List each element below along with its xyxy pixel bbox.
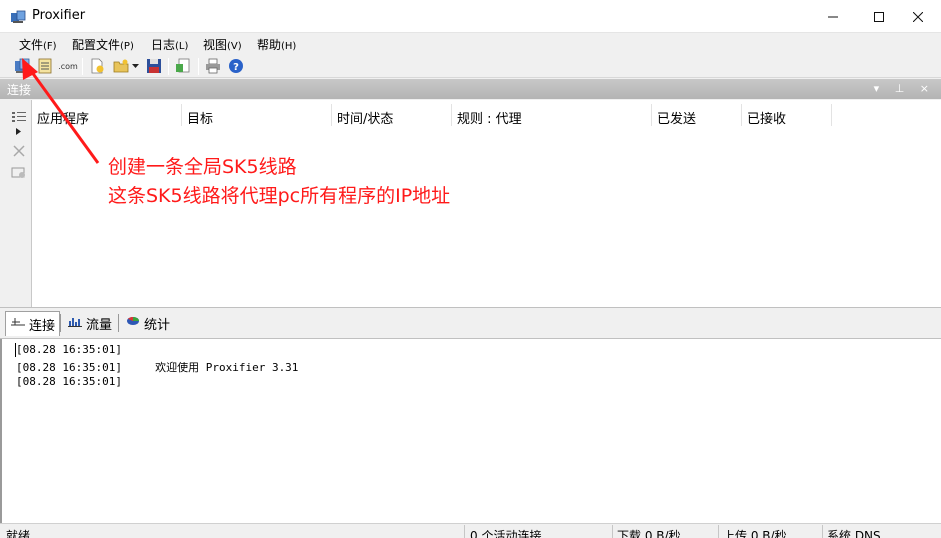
panel-header-buttons[interactable]: ▾ ⊥ ×	[874, 82, 935, 95]
connections-side-toolbar	[0, 100, 32, 307]
help-button[interactable]: ?	[227, 57, 245, 75]
bottom-tabs: 连接 流量 统计	[0, 307, 941, 339]
annotation-line-2: 这条SK5线路将代理pc所有程序的IP地址	[108, 185, 451, 207]
close-connection-button[interactable]	[10, 142, 28, 160]
column-header-received[interactable]: 已接收	[742, 104, 832, 127]
minimize-button[interactable]	[810, 0, 856, 33]
open-profile-button[interactable]	[112, 57, 130, 75]
minimize-icon	[828, 16, 838, 17]
column-header-sent[interactable]: 已发送	[652, 104, 742, 127]
new-profile-icon	[91, 58, 104, 74]
open-profile-dropdown[interactable]	[130, 57, 140, 75]
window-title: Proxifier	[32, 8, 86, 23]
title-bar: Proxifier	[0, 0, 941, 33]
close-button[interactable]	[895, 0, 941, 33]
status-upload: 上传 0 B/秒	[723, 529, 787, 538]
expand-arrow-icon	[15, 127, 21, 135]
tab-statistics[interactable]: 统计	[121, 311, 174, 335]
save-profile-button[interactable]	[145, 57, 163, 75]
close-connection-icon	[13, 145, 25, 157]
proxification-rules-icon	[38, 58, 52, 74]
column-header-rule-proxy[interactable]: 规则 : 代理	[452, 104, 652, 127]
help-icon: ?	[229, 59, 243, 73]
connections-list-icon	[12, 112, 26, 122]
print-icon	[206, 58, 220, 74]
status-separator	[822, 525, 823, 538]
new-profile-button[interactable]	[88, 57, 106, 75]
close-icon	[913, 11, 923, 22]
expand-arrow-button[interactable]	[13, 126, 23, 136]
connection-details-button[interactable]	[10, 164, 28, 182]
status-separator	[612, 525, 613, 538]
svg-text:?: ?	[233, 62, 239, 73]
save-profile-icon	[147, 59, 161, 73]
toolbar-separator	[82, 58, 83, 75]
menu-log[interactable]: 日志(L)	[151, 35, 188, 54]
connections-panel-title: 连接	[7, 83, 32, 97]
menu-file[interactable]: 文件(F)	[19, 35, 57, 54]
annotation-line-1: 创建一条全局SK5线路	[108, 156, 297, 178]
status-ready: 就绪	[6, 529, 31, 538]
maximize-icon	[874, 11, 884, 22]
traffic-chart-icon	[68, 318, 82, 327]
name-resolution-button[interactable]: .com	[58, 57, 78, 75]
tab-connections[interactable]: 连接	[5, 311, 61, 336]
column-header-application[interactable]: 应用程序	[32, 104, 182, 127]
proxification-rules-button[interactable]	[36, 57, 54, 75]
status-bar: 就绪 0 个活动连接 下载 0 B/秒 上传 0 B/秒 系统 DNS	[0, 523, 941, 538]
log-line: [08.28 16:35:01]	[16, 343, 122, 356]
status-download: 下载 0 B/秒	[617, 529, 681, 538]
name-resolution-icon: .com	[58, 61, 78, 71]
status-dns: 系统 DNS	[827, 529, 881, 538]
menu-view[interactable]: 视图(V)	[203, 35, 242, 54]
connections-panel-header: 连接 ▾ ⊥ ×	[0, 79, 941, 99]
log-area[interactable]: [08.28 16:35:01] [08.28 16:35:01] 欢迎使用 P…	[0, 339, 941, 523]
log-line: [08.28 16:35:01]	[16, 375, 122, 388]
tab-traffic[interactable]: 流量	[63, 311, 116, 335]
status-separator	[464, 525, 465, 538]
proxy-servers-icon	[15, 58, 30, 73]
proxifier-app-icon[interactable]	[10, 9, 26, 25]
connections-list-button[interactable]	[10, 108, 28, 126]
column-header-target[interactable]: 目标	[182, 104, 332, 127]
toolbar: .com ?	[0, 55, 941, 78]
toolbar-separator	[168, 58, 169, 75]
proxy-servers-button[interactable]	[13, 57, 31, 75]
menu-bar: 文件(F) 配置文件(P) 日志(L) 视图(V) 帮助(H)	[0, 33, 941, 54]
connection-details-icon	[11, 167, 25, 178]
menu-profile[interactable]: 配置文件(P)	[72, 35, 134, 54]
status-active-connections: 0 个活动连接	[470, 529, 542, 538]
print-button[interactable]	[204, 57, 222, 75]
log-line: [08.28 16:35:01] 欢迎使用 Proxifier 3.31	[16, 361, 299, 374]
export-button[interactable]	[174, 57, 192, 75]
open-profile-icon	[113, 59, 129, 73]
menu-help[interactable]: 帮助(H)	[257, 35, 296, 54]
column-header-time-status[interactable]: 时间/状态	[332, 104, 452, 127]
tab-separator	[118, 314, 119, 332]
chevron-down-icon	[131, 64, 139, 68]
toolbar-separator	[198, 58, 199, 75]
tab-separator	[60, 314, 61, 332]
export-icon	[176, 58, 190, 73]
status-separator	[718, 525, 719, 538]
statistics-pie-icon	[127, 317, 139, 325]
connections-tab-icon	[11, 318, 25, 326]
